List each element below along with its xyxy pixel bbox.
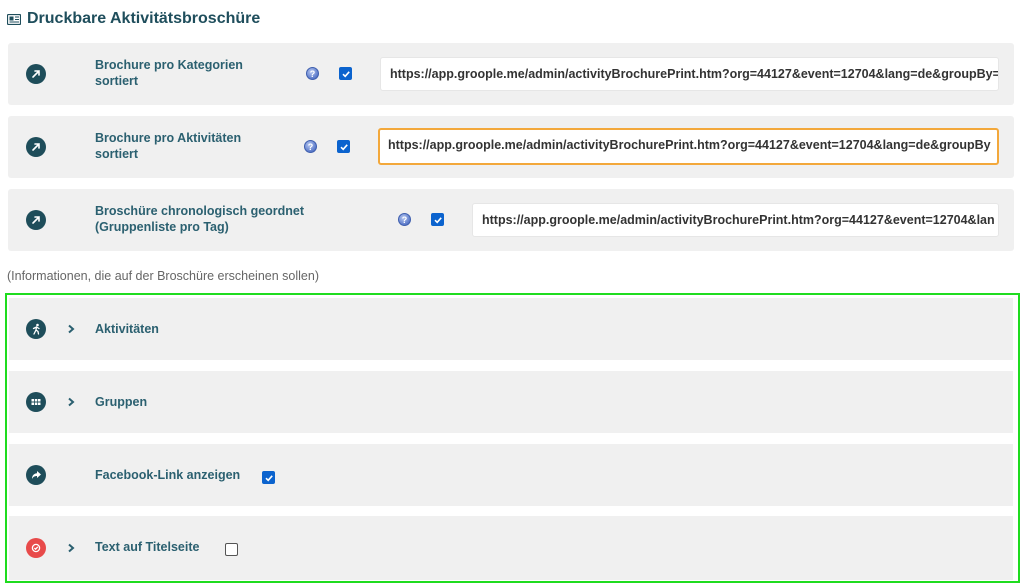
external-link-icon[interactable] [26,137,46,157]
brochure-card-chronological: Broschüre chronologisch geordnet (Gruppen… [8,189,1014,251]
brochure-label: Brochure pro Aktivitäten sortiert [95,131,242,161]
chevron-right-icon[interactable] [66,324,76,334]
chevron-right-icon[interactable] [66,543,76,553]
section-facebook-link: Facebook-Link anzeigen [9,444,1013,506]
section-groups[interactable]: Gruppen [9,371,1013,433]
title-page-text-checkbox[interactable] [225,543,238,556]
facebook-link-checkbox[interactable] [262,471,275,484]
section-label: Gruppen [95,395,148,409]
section-label: Text auf Titelseite [95,540,200,554]
chevron-right-icon[interactable] [66,397,76,407]
runner-icon [26,319,46,339]
brochure-checkbox[interactable] [431,213,444,226]
external-link-icon[interactable] [26,210,46,230]
page-title-text: Druckbare Aktivitätsbroschüre [27,10,261,27]
page-title: Druckbare Aktivitätsbroschüre [7,9,260,29]
brochure-checkbox[interactable] [339,67,352,80]
brochure-card-category: Brochure pro Kategorien sortiert ? https:… [8,43,1014,105]
share-arrow-icon [26,465,46,485]
help-icon[interactable]: ? [306,67,319,80]
brochure-url-field[interactable]: https://app.groople.me/admin/activityBro… [378,128,999,165]
section-activities[interactable]: Aktivitäten [9,298,1013,360]
brochure-url-field[interactable]: https://app.groople.me/admin/activityBro… [380,57,999,91]
brochure-card-activity: Brochure pro Aktivitäten sortiert ? https… [8,116,1014,178]
brochure-label: Brochure pro Kategorien sortiert [95,58,243,88]
section-label: Aktivitäten [95,322,159,336]
help-icon[interactable]: ? [304,140,317,153]
help-icon[interactable]: ? [398,213,411,226]
newspaper-icon [7,13,21,25]
grid-icon [26,392,46,412]
badge-check-icon [26,538,46,558]
section-label: Facebook-Link anzeigen [95,468,241,482]
brochure-checkbox[interactable] [337,140,350,153]
brochure-url-field[interactable]: https://app.groople.me/admin/activityBro… [472,203,999,237]
info-note: (Informationen, die auf der Broschüre er… [7,269,319,283]
section-title-page-text[interactable]: Text auf Titelseite [9,516,1013,580]
brochure-label: Broschüre chronologisch geordnet (Gruppen… [95,204,305,234]
external-link-icon[interactable] [26,64,46,84]
